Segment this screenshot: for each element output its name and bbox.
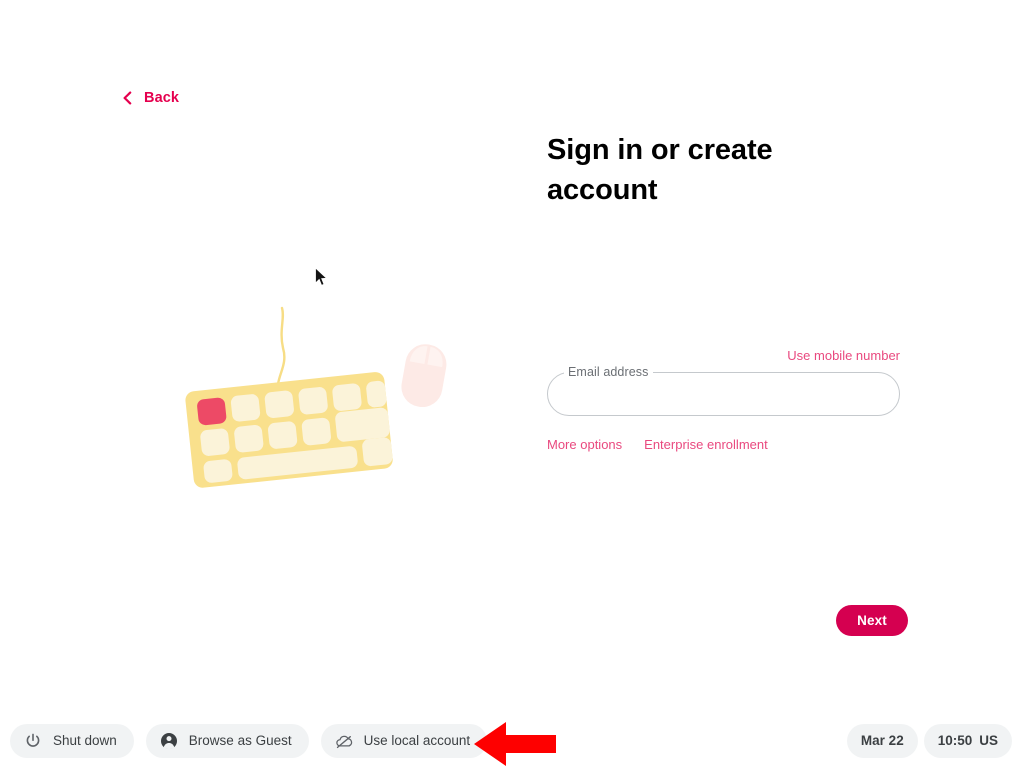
date-pill[interactable]: Mar 22 bbox=[846, 723, 918, 758]
input-method-label: US bbox=[979, 733, 998, 748]
enterprise-enrollment-link[interactable]: Enterprise enrollment bbox=[644, 437, 768, 452]
mouse-pointer-cursor bbox=[314, 267, 330, 289]
use-local-account-button[interactable]: Use local account bbox=[320, 723, 488, 758]
chevron-left-icon bbox=[121, 91, 135, 105]
shut-down-label: Shut down bbox=[53, 733, 117, 748]
date-label: Mar 22 bbox=[860, 733, 904, 748]
time-and-ime-pill[interactable]: 10:50 US bbox=[923, 723, 1012, 758]
secondary-links-row: More options Enterprise enrollment bbox=[547, 437, 900, 452]
power-icon bbox=[24, 732, 42, 750]
use-mobile-number-link[interactable]: Use mobile number bbox=[787, 348, 900, 363]
browse-as-guest-label: Browse as Guest bbox=[188, 733, 292, 748]
email-input[interactable] bbox=[567, 373, 880, 415]
page-title: Sign in or create account bbox=[547, 134, 773, 206]
use-mobile-number-row: Use mobile number bbox=[547, 348, 900, 363]
shut-down-button[interactable]: Shut down bbox=[10, 723, 134, 758]
email-address-field[interactable]: Email address bbox=[547, 364, 900, 416]
keyboard-and-mouse-illustration bbox=[155, 290, 485, 500]
person-icon bbox=[160, 732, 178, 750]
use-local-account-label: Use local account bbox=[363, 733, 471, 748]
time-label: 10:50 bbox=[937, 733, 973, 748]
back-button-label: Back bbox=[144, 90, 180, 106]
bottom-shelf: Shut down Browse as Guest Use local acco… bbox=[0, 712, 1024, 769]
signin-form: Use mobile number Email address More opt… bbox=[547, 348, 900, 452]
back-button[interactable]: Back bbox=[115, 86, 185, 110]
browse-as-guest-button[interactable]: Browse as Guest bbox=[145, 723, 309, 758]
next-button[interactable]: Next bbox=[836, 605, 908, 636]
shelf-status-area: Mar 22 10:50 US bbox=[846, 723, 1012, 758]
signin-pane: Sign in or create account bbox=[547, 130, 907, 210]
shelf-actions: Shut down Browse as Guest Use local acco… bbox=[10, 723, 488, 758]
cloud-off-icon bbox=[335, 732, 353, 750]
more-options-link[interactable]: More options bbox=[547, 437, 622, 452]
